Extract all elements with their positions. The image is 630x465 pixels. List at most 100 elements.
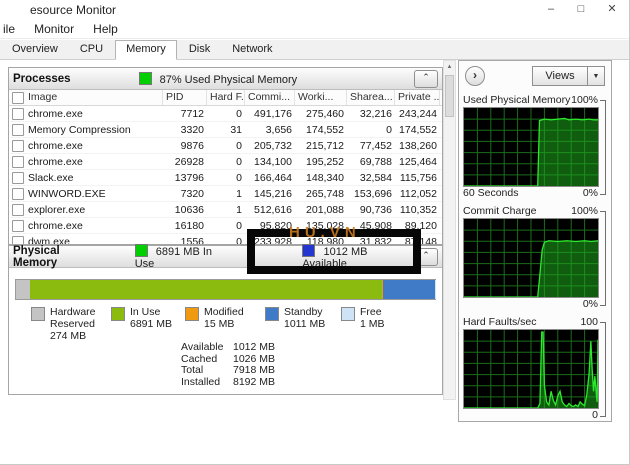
process-image-name: Slack.exe <box>28 171 74 184</box>
menu-monitor[interactable]: Monitor <box>26 20 82 36</box>
column-header-worki[interactable]: Worki... <box>295 90 347 105</box>
process-row[interactable]: Slack.exe 13796 0 166,464 148,340 32,584 115,7… <box>9 170 442 186</box>
process-value: 0 <box>236 171 242 184</box>
process-value: 0 <box>236 219 242 232</box>
legend-item: Modified 15 MB <box>185 306 265 342</box>
minimize-button[interactable]: – <box>540 2 562 18</box>
column-header-hardf[interactable]: Hard F... <box>207 90 245 105</box>
graphs-side-panel: › Views ▼ Used Physical Memory 100% 60 Sec… <box>458 60 612 422</box>
process-value: 205,732 <box>254 139 292 152</box>
process-value: 125,464 <box>399 155 437 168</box>
title-bar: esource Monitor – □ ✕ <box>0 0 630 20</box>
process-value: 7320 <box>180 187 204 200</box>
process-value: 201,088 <box>306 203 344 216</box>
process-value: 9876 <box>180 139 204 152</box>
processes-title: Processes <box>13 72 71 85</box>
legend-label: Free 1 MB <box>360 306 385 330</box>
graph-plot <box>463 218 599 298</box>
column-header-image[interactable]: Image <box>25 90 163 105</box>
views-button[interactable]: Views <box>532 66 587 86</box>
views-dropdown-icon[interactable]: ▼ <box>587 66 605 86</box>
process-value: 26928 <box>174 155 204 168</box>
process-row[interactable]: Memory Compression 3320 31 3,656 174,552 0 174… <box>9 122 442 138</box>
physical-memory-title: Physical Memory <box>13 244 60 269</box>
column-header-private[interactable]: Private ... <box>395 90 440 105</box>
views-split-button[interactable]: Views ▼ <box>532 66 605 86</box>
column-header-commi[interactable]: Commi... <box>245 90 295 105</box>
graph-max-label: 100% <box>571 94 598 106</box>
process-value: 77,452 <box>359 139 392 152</box>
graph-title: Used Physical Memory <box>463 94 571 106</box>
process-value: 0 <box>236 107 242 120</box>
process-image-name: Memory Compression <box>28 123 131 136</box>
menu-file[interactable]: ile <box>0 20 23 36</box>
column-header-sharea[interactable]: Sharea... <box>347 90 395 105</box>
process-checkbox[interactable] <box>12 219 24 232</box>
process-row[interactable]: explorer.exe 10636 1 512,616 201,088 90,736 11… <box>9 202 442 218</box>
memory-legend: Hardware Reserved 274 MB In Use 6891 MB Modi… <box>31 306 399 342</box>
vertical-scrollbar[interactable]: ▲ <box>443 60 456 400</box>
legend-value: 1 MB <box>360 318 385 330</box>
tab-cpu[interactable]: CPU <box>70 41 113 58</box>
legend-swatch <box>265 307 279 321</box>
process-value: 174,552 <box>399 123 437 136</box>
close-button[interactable]: ✕ <box>601 2 623 18</box>
scrollbar-thumb[interactable] <box>445 75 454 117</box>
process-value: 31 <box>230 123 242 136</box>
process-value: 0 <box>236 139 242 152</box>
processes-column-header: ImagePIDHard F...Commi...Worki...Sharea.… <box>9 90 442 106</box>
process-row[interactable]: chrome.exe 26928 0 134,100 195,252 69,788 125,… <box>9 154 442 170</box>
legend-item: Free 1 MB <box>341 306 399 342</box>
graph-max-label: 100 <box>580 316 598 328</box>
maximize-button[interactable]: □ <box>570 2 592 18</box>
legend-label: Hardware Reserved 274 MB <box>50 306 111 342</box>
menu-help[interactable]: Help <box>85 20 126 36</box>
process-value: 0 <box>236 155 242 168</box>
process-image-name: chrome.exe <box>28 219 83 232</box>
legend-item: Hardware Reserved 274 MB <box>31 306 111 342</box>
process-row[interactable]: WINWORD.EXE 7320 1 145,216 265,748 153,696 112… <box>9 186 442 202</box>
memory-usage-bar <box>15 279 436 300</box>
process-checkbox[interactable] <box>12 107 24 120</box>
scrollbar-up-icon[interactable]: ▲ <box>444 61 455 73</box>
in-use-swatch <box>134 243 148 257</box>
tab-memory[interactable]: Memory <box>115 40 177 60</box>
process-value: 174,552 <box>306 123 344 136</box>
graph-used-physical-memory: Used Physical Memory 100% 60 Seconds 0% <box>463 94 607 200</box>
stat-value: 1012 MB <box>233 341 276 353</box>
legend-swatch <box>185 307 199 321</box>
process-image-name: chrome.exe <box>28 155 83 168</box>
graph-min-label: 0% <box>582 298 598 310</box>
tab-disk[interactable]: Disk <box>179 41 220 58</box>
processes-collapse-button[interactable]: ⌃ <box>414 69 438 88</box>
process-checkbox[interactable] <box>12 203 24 216</box>
process-checkbox[interactable] <box>12 235 24 244</box>
process-checkbox[interactable] <box>12 155 24 168</box>
bar-segment-in-use <box>29 280 383 299</box>
process-row[interactable]: chrome.exe 7712 0 491,176 275,460 32,216 243,2… <box>9 106 442 122</box>
process-checkbox[interactable] <box>12 187 24 200</box>
stat-row: Available 1012 MB <box>181 341 276 354</box>
select-all-checkbox[interactable] <box>12 91 24 104</box>
process-checkbox[interactable] <box>12 123 24 136</box>
process-row[interactable]: chrome.exe 9876 0 205,732 215,712 77,452 138,2… <box>9 138 442 154</box>
menu-bar: ile Monitor Help <box>0 20 630 39</box>
legend-item: Standby 1011 MB <box>265 306 341 342</box>
graph-commit-charge: Commit Charge 100% 0% <box>463 205 607 311</box>
process-checkbox[interactable] <box>12 171 24 184</box>
column-header-pid[interactable]: PID <box>163 90 207 105</box>
process-value: 32,584 <box>359 171 392 184</box>
process-checkbox[interactable] <box>12 139 24 152</box>
tab-overview[interactable]: Overview <box>2 41 68 58</box>
legend-value: 15 MB <box>204 318 235 330</box>
process-value: 115,756 <box>399 171 437 184</box>
tab-network[interactable]: Network <box>222 41 282 58</box>
process-image-name: chrome.exe <box>28 107 83 120</box>
graph-min-label: 0 <box>592 409 598 421</box>
legend-item: In Use 6891 MB <box>111 306 185 342</box>
process-image-name: explorer.exe <box>28 203 86 216</box>
legend-value: 274 MB <box>50 330 87 342</box>
process-value: 90,736 <box>359 203 392 216</box>
expand-panel-button[interactable]: › <box>465 66 485 86</box>
process-value: 148,340 <box>306 171 344 184</box>
